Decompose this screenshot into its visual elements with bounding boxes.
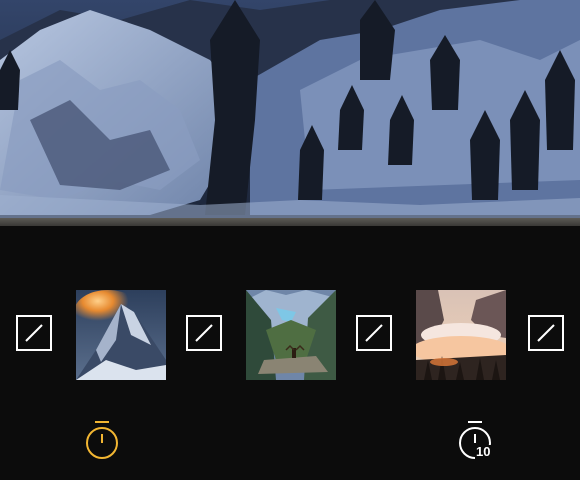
transition-button[interactable]: [16, 315, 52, 351]
clip-thumbnail[interactable]: [246, 290, 336, 380]
clip-thumbnail[interactable]: [76, 290, 166, 380]
video-preview: [0, 0, 580, 226]
clip-thumbnail[interactable]: [416, 290, 506, 380]
transition-button[interactable]: [356, 315, 392, 351]
transition-button[interactable]: [186, 315, 222, 351]
transition-slash-icon: [195, 324, 213, 342]
timer-button-active[interactable]: [82, 418, 122, 464]
transition-button[interactable]: [528, 315, 564, 351]
clip-image-valley: [246, 290, 336, 380]
preview-image: [0, 0, 580, 226]
stopwatch-icon: [86, 421, 118, 459]
transition-slash-icon: [537, 324, 555, 342]
clip-timeline: [0, 282, 580, 388]
clip-image-canyon: [416, 290, 506, 380]
transition-slash-icon: [25, 324, 43, 342]
preview-scrubber-bar[interactable]: [0, 218, 580, 226]
timer-button-10[interactable]: 10: [455, 418, 495, 464]
transition-slash-icon: [365, 324, 383, 342]
clip-image-matterhorn: [76, 290, 166, 380]
timer-value: 10: [475, 444, 492, 459]
